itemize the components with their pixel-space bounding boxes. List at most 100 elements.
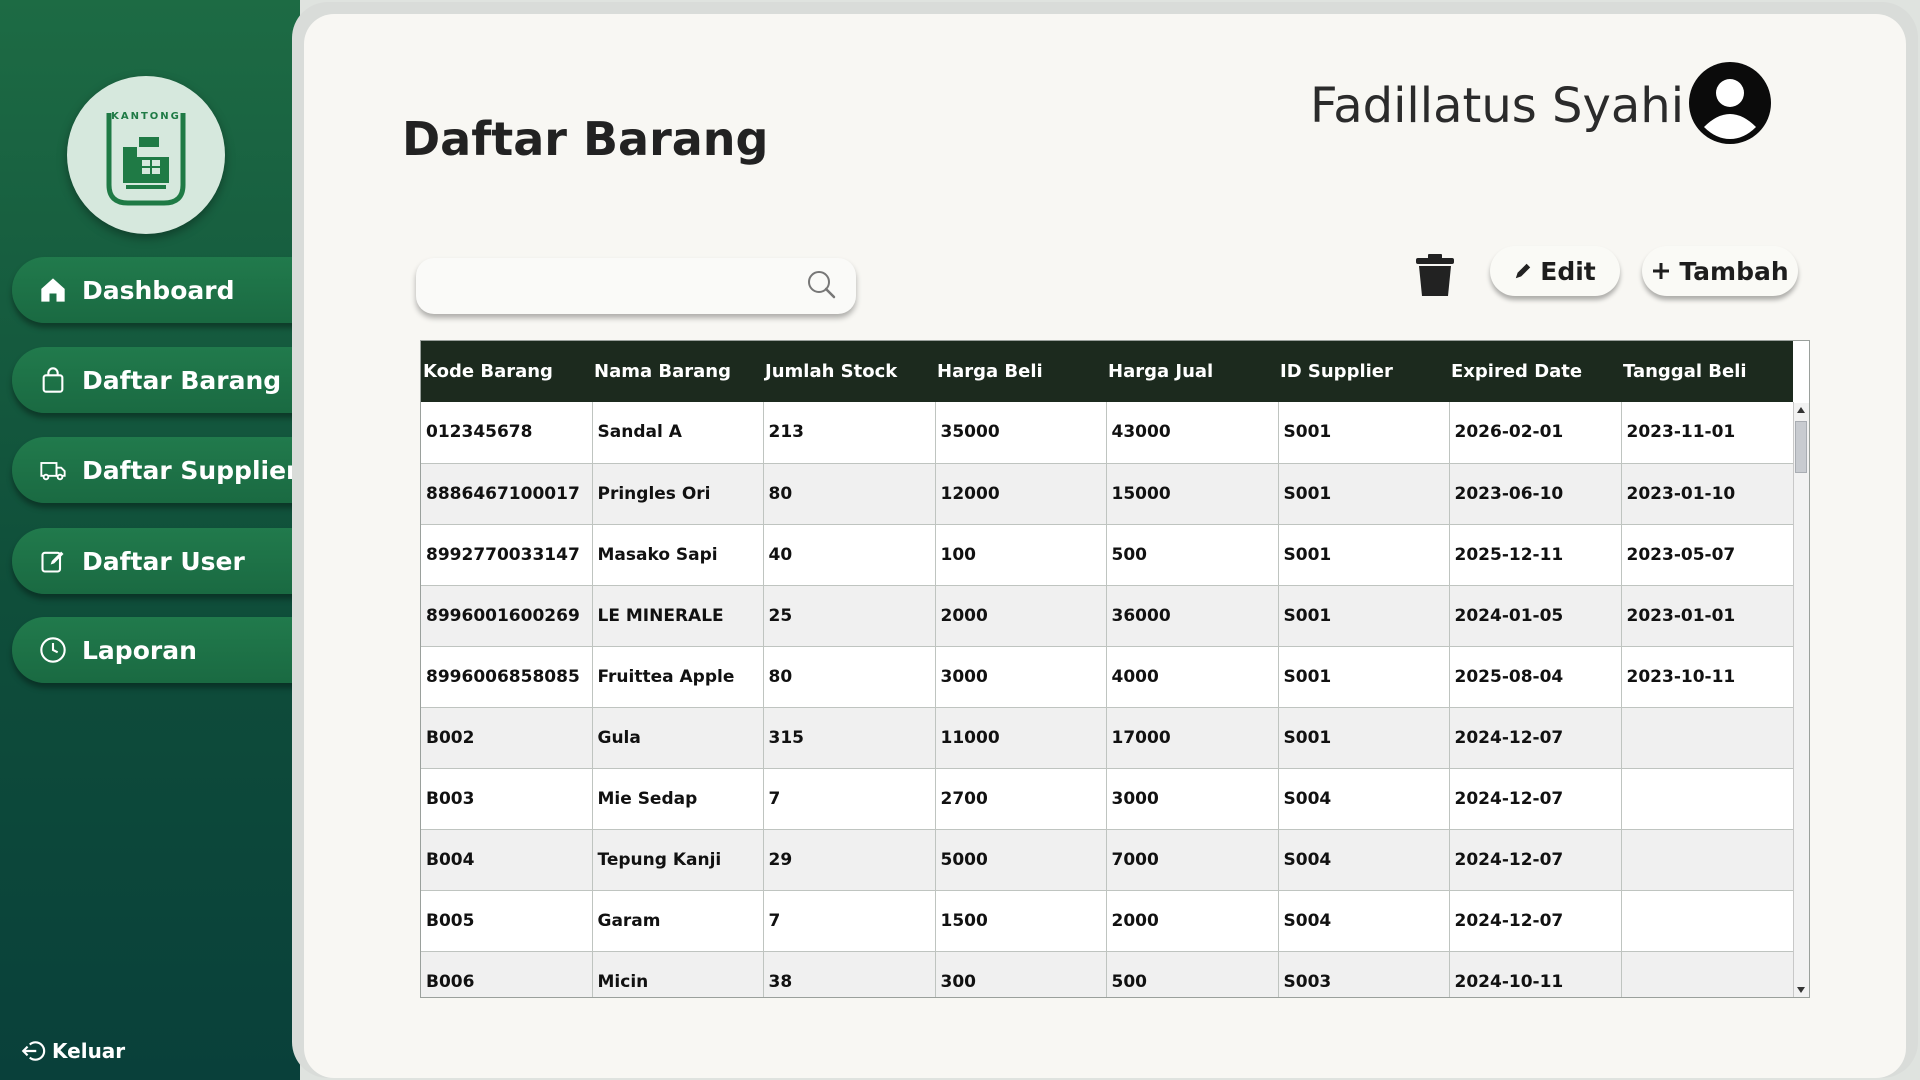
table-cell: 2026-02-01: [1449, 402, 1622, 464]
sidebar-item-daftar-barang[interactable]: Daftar Barang: [12, 347, 302, 413]
table-scrollbar[interactable]: [1793, 403, 1809, 997]
table-cell: 35000: [935, 402, 1107, 464]
table-cell: Sandal A: [592, 402, 764, 464]
table-cell: 40: [763, 524, 936, 586]
table-cell: Pringles Ori: [592, 463, 764, 525]
trash-icon[interactable]: [1414, 252, 1456, 298]
truck-icon: [38, 455, 68, 485]
table-row[interactable]: B003 Mie Sedap 7 2700 3000 S004 2024-12-07: [421, 768, 1794, 830]
table-cell: [1621, 829, 1794, 891]
search-input[interactable]: [434, 268, 794, 304]
table-cell: 29: [763, 829, 936, 891]
column-header[interactable]: Nama Barang: [592, 341, 763, 402]
table-header-row: Kode Barang Nama Barang Jumlah Stock Har…: [421, 341, 1793, 402]
table-row[interactable]: 8996001600269 LE MINERALE 25 2000 36000 S001 2…: [421, 585, 1794, 647]
app-logo: KANTONG: [67, 76, 225, 234]
table-cell: 500: [1106, 524, 1279, 586]
table-row[interactable]: B004 Tepung Kanji 29 5000 7000 S004 2024-12-07: [421, 829, 1794, 891]
table-cell: 2700: [935, 768, 1107, 830]
column-header[interactable]: Kode Barang: [421, 341, 592, 402]
table-cell: S001: [1278, 524, 1450, 586]
sidebar-item-dashboard[interactable]: Dashboard: [12, 257, 302, 323]
table-cell: 8996001600269: [421, 585, 593, 647]
table-cell: 11000: [935, 707, 1107, 769]
logout-icon: [21, 1041, 46, 1061]
table-cell: 43000: [1106, 402, 1279, 464]
table-cell: Gula: [592, 707, 764, 769]
sidebar-item-laporan[interactable]: Laporan: [12, 617, 302, 683]
add-button[interactable]: Tambah: [1642, 246, 1798, 296]
table-row[interactable]: B006 Micin 38 300 500 S003 2024-10-11: [421, 951, 1794, 997]
table-cell: [1621, 707, 1794, 769]
table-cell: Tepung Kanji: [592, 829, 764, 891]
logout-button[interactable]: Keluar: [20, 1038, 125, 1064]
table-cell: 7: [763, 768, 936, 830]
table-cell: 5000: [935, 829, 1107, 891]
table-cell: 2023-05-07: [1621, 524, 1794, 586]
scrollbar-thumb[interactable]: [1795, 421, 1807, 473]
table-cell: 8992770033147: [421, 524, 593, 586]
column-header[interactable]: Jumlah Stock: [763, 341, 935, 402]
scroll-down-arrow-icon[interactable]: [1797, 987, 1805, 993]
table-cell: 2023-01-10: [1621, 463, 1794, 525]
logo-text: KANTONG: [111, 111, 181, 122]
sidebar-item-daftar-supplier[interactable]: Daftar Supplier: [12, 437, 302, 503]
page-title: Daftar Barang: [402, 112, 769, 166]
cash-register-logo-icon: KANTONG: [106, 111, 186, 206]
table-cell: 300: [935, 951, 1107, 997]
sidebar-item-label: Daftar Barang: [82, 365, 282, 395]
table-cell: 80: [763, 646, 936, 708]
table-cell: 2024-01-05: [1449, 585, 1622, 647]
add-button-label: Tambah: [1679, 256, 1789, 286]
table-cell: 8886467100017: [421, 463, 593, 525]
table-cell: 7000: [1106, 829, 1279, 891]
search-icon[interactable]: [805, 268, 837, 300]
edit-button[interactable]: Edit: [1490, 246, 1620, 296]
table-cell: B003: [421, 768, 593, 830]
table-cell: 213: [763, 402, 936, 464]
table-cell: 80: [763, 463, 936, 525]
table-row[interactable]: 012345678 Sandal A 213 35000 43000 S001 2026-0…: [421, 402, 1794, 464]
sidebar-item-label: Daftar Supplier: [82, 455, 299, 485]
column-header[interactable]: Tanggal Beli: [1621, 341, 1793, 402]
table-cell: 36000: [1106, 585, 1279, 647]
table-cell: 3000: [935, 646, 1107, 708]
table-cell: S004: [1278, 829, 1450, 891]
column-header[interactable]: Harga Jual: [1106, 341, 1278, 402]
table-cell: S001: [1278, 646, 1450, 708]
user-avatar-icon[interactable]: [1688, 61, 1772, 145]
table-cell: 3000: [1106, 768, 1279, 830]
table-cell: 2025-08-04: [1449, 646, 1622, 708]
table-cell: 4000: [1106, 646, 1279, 708]
table-cell: 1500: [935, 890, 1107, 952]
table-cell: 2000: [935, 585, 1107, 647]
search-box[interactable]: [416, 258, 856, 314]
table-cell: 2024-12-07: [1449, 890, 1622, 952]
user-name: Fadillatus Syahi: [1310, 78, 1685, 134]
scroll-up-arrow-icon[interactable]: [1797, 407, 1805, 413]
table-cell: B004: [421, 829, 593, 891]
sidebar-item-daftar-user[interactable]: Daftar User: [12, 528, 302, 594]
table-cell: 2023-06-10: [1449, 463, 1622, 525]
table-cell: S003: [1278, 951, 1450, 997]
column-header[interactable]: Expired Date: [1449, 341, 1621, 402]
table-cell: [1621, 951, 1794, 997]
table-cell: 2024-12-07: [1449, 768, 1622, 830]
column-header[interactable]: Harga Beli: [935, 341, 1106, 402]
table-cell: 500: [1106, 951, 1279, 997]
sidebar-item-label: Daftar User: [82, 546, 245, 576]
table-cell: Fruittea Apple: [592, 646, 764, 708]
sidebar-item-label: Laporan: [82, 635, 197, 665]
column-header[interactable]: ID Supplier: [1278, 341, 1449, 402]
table-cell: 8996006858085: [421, 646, 593, 708]
table-cell: LE MINERALE: [592, 585, 764, 647]
table-row[interactable]: 8996006858085 Fruittea Apple 80 3000 4000 S00…: [421, 646, 1794, 708]
table-row[interactable]: B002 Gula 315 11000 17000 S001 2024-12-07: [421, 707, 1794, 769]
table-cell: [1621, 890, 1794, 952]
table-row[interactable]: 8992770033147 Masako Sapi 40 100 500 S001 2025…: [421, 524, 1794, 586]
table-row[interactable]: B005 Garam 7 1500 2000 S004 2024-12-07: [421, 890, 1794, 952]
table-cell: 2023-01-01: [1621, 585, 1794, 647]
items-table: Kode Barang Nama Barang Jumlah Stock Har…: [420, 340, 1810, 998]
table-cell: 012345678: [421, 402, 593, 464]
table-row[interactable]: 8886467100017 Pringles Ori 80 12000 15000 S00…: [421, 463, 1794, 525]
